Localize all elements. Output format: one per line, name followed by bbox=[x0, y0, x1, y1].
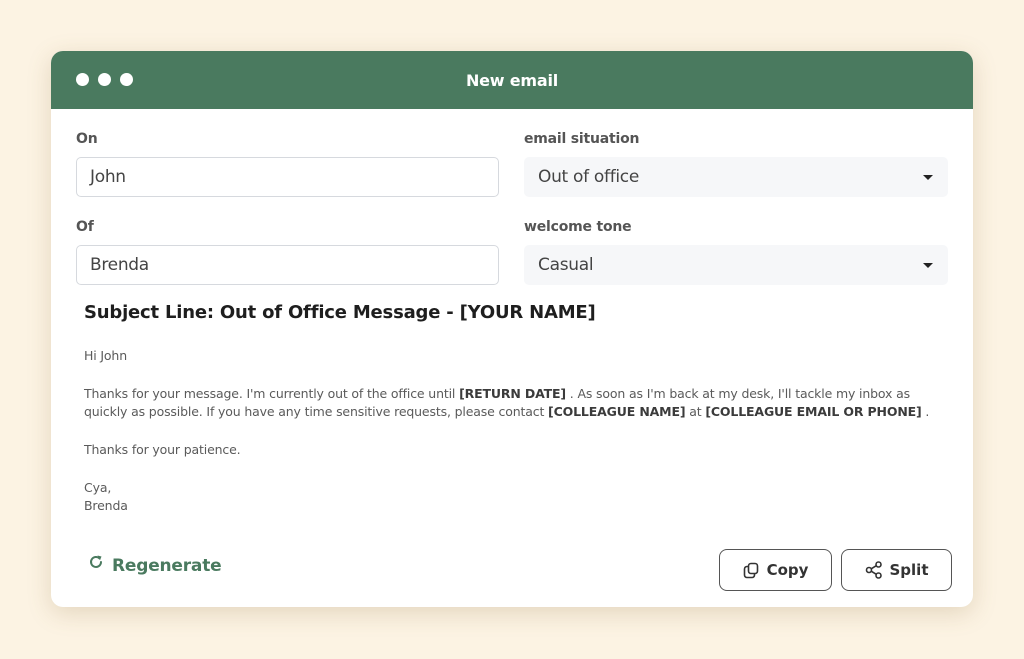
refresh-icon bbox=[90, 555, 102, 568]
regenerate-label: Regenerate bbox=[112, 556, 222, 576]
caret-down-icon bbox=[923, 175, 933, 180]
tone-select[interactable]: Casual bbox=[524, 245, 948, 285]
email-greeting: Hi John bbox=[84, 348, 127, 363]
situation-label: email situation bbox=[524, 131, 640, 147]
email-closing-line: Thanks for your patience. bbox=[84, 442, 241, 457]
to-label: On bbox=[76, 131, 98, 147]
tone-selected-value: Casual bbox=[538, 255, 594, 275]
copy-button[interactable]: Copy bbox=[719, 549, 832, 591]
email-paragraph: Thanks for your message. I'm currently o… bbox=[84, 385, 944, 421]
paragraph-text: Thanks for your message. I'm currently o… bbox=[84, 386, 460, 401]
paragraph-text: at bbox=[685, 404, 706, 419]
share-icon bbox=[865, 561, 882, 579]
paragraph-text: . bbox=[921, 404, 930, 419]
window-title: New email bbox=[465, 71, 559, 90]
copy-label: Copy bbox=[766, 561, 809, 579]
tone-label: welcome tone bbox=[524, 219, 632, 235]
caret-down-icon bbox=[923, 263, 933, 268]
regenerate-button[interactable]: Regenerate bbox=[88, 555, 222, 576]
email-generator-window: New email On John Of Brenda email situat… bbox=[51, 51, 973, 607]
email-signoff: Cya, bbox=[84, 480, 112, 495]
email-signature: Brenda bbox=[84, 498, 128, 513]
from-input[interactable]: Brenda bbox=[76, 245, 499, 285]
placeholder-return-date: [RETURN DATE] bbox=[459, 386, 566, 401]
placeholder-colleague-name: [COLLEAGUE NAME] bbox=[548, 404, 686, 419]
placeholder-colleague-contact: [COLLEAGUE EMAIL OR PHONE] bbox=[705, 404, 922, 419]
from-label: Of bbox=[76, 219, 94, 235]
email-subject: Subject Line: Out of Office Message - [Y… bbox=[84, 302, 596, 323]
situation-selected-value: Out of office bbox=[538, 167, 640, 187]
situation-select[interactable]: Out of office bbox=[524, 157, 948, 197]
split-button[interactable]: Split bbox=[841, 549, 952, 591]
copy-icon bbox=[743, 562, 758, 578]
split-label: Split bbox=[889, 561, 929, 579]
to-input[interactable]: John bbox=[76, 157, 499, 197]
title-bar: New email bbox=[51, 51, 973, 109]
